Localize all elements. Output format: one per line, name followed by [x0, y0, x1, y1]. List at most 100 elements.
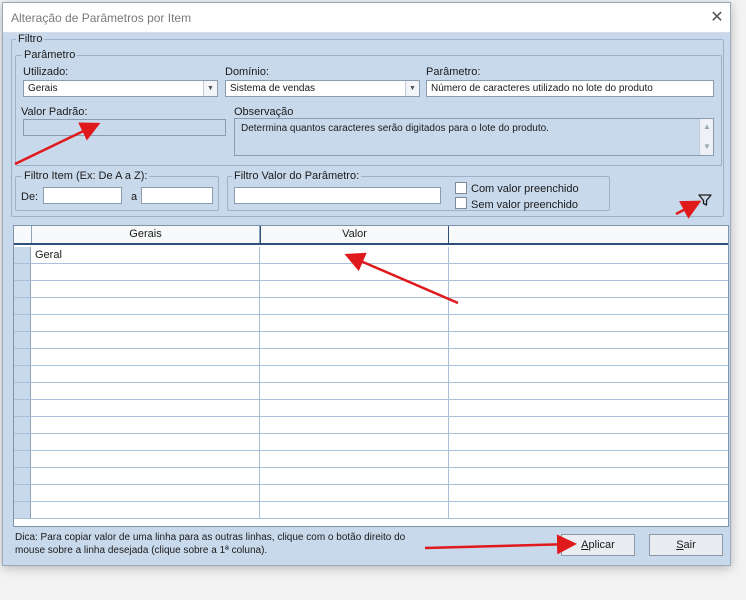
filtro-legend: Filtro	[16, 33, 45, 45]
parametro-field[interactable]: Número de caracteres utilizado no lote d…	[426, 80, 714, 97]
de-input[interactable]	[43, 187, 122, 204]
cell-valor[interactable]	[260, 502, 449, 518]
grid-header-gerais[interactable]: Gerais	[32, 226, 260, 243]
cell-gerais[interactable]	[32, 315, 260, 331]
cell-extra	[449, 264, 728, 280]
cell-extra	[449, 485, 728, 501]
cell-gerais[interactable]	[32, 417, 260, 433]
cell-gerais[interactable]	[32, 264, 260, 280]
aplicar-button[interactable]: Aplicar	[561, 534, 635, 556]
cell-valor[interactable]	[260, 332, 449, 348]
cell-extra	[449, 434, 728, 450]
cell-gerais[interactable]	[32, 451, 260, 467]
grid-header-empty	[449, 226, 728, 243]
cell-valor[interactable]	[260, 264, 449, 280]
table-row[interactable]	[14, 315, 728, 332]
cell-gerais[interactable]	[32, 434, 260, 450]
cell-gerais[interactable]: Geral	[32, 247, 260, 263]
cell-valor[interactable]	[260, 315, 449, 331]
cell-gerais[interactable]	[32, 400, 260, 416]
sem-valor-checkbox[interactable]	[455, 197, 467, 209]
row-indicator[interactable]	[14, 417, 31, 433]
cell-extra	[449, 502, 728, 518]
row-indicator[interactable]	[14, 451, 31, 467]
row-indicator[interactable]	[14, 332, 31, 348]
grid-header-valor[interactable]: Valor	[260, 226, 449, 243]
cell-valor[interactable]	[260, 366, 449, 382]
row-indicator[interactable]	[14, 349, 31, 365]
cell-gerais[interactable]	[32, 502, 260, 518]
row-indicator[interactable]	[14, 485, 31, 501]
table-row[interactable]	[14, 451, 728, 468]
table-row[interactable]	[14, 434, 728, 451]
cell-gerais[interactable]	[32, 349, 260, 365]
cell-gerais[interactable]	[32, 468, 260, 484]
scroll-up-icon[interactable]: ▲	[702, 122, 712, 132]
table-row[interactable]	[14, 502, 728, 519]
observacao-memo[interactable]: Determina quantos caracteres serão digit…	[234, 118, 714, 156]
row-indicator[interactable]	[14, 247, 31, 263]
row-indicator[interactable]	[14, 383, 31, 399]
com-valor-checkbox[interactable]	[455, 182, 467, 194]
dominio-value: Sistema de vendas	[230, 83, 316, 94]
cell-gerais[interactable]	[32, 366, 260, 382]
chevron-down-icon[interactable]: ▼	[405, 81, 419, 96]
close-icon[interactable]: ✕	[707, 8, 727, 28]
cell-gerais[interactable]	[32, 332, 260, 348]
table-row[interactable]	[14, 281, 728, 298]
cell-valor[interactable]	[260, 383, 449, 399]
table-row[interactable]	[14, 332, 728, 349]
table-row[interactable]	[14, 417, 728, 434]
a-input[interactable]	[141, 187, 213, 204]
cell-extra	[449, 247, 728, 263]
table-row[interactable]	[14, 349, 728, 366]
dominio-select[interactable]: Sistema de vendas ▼	[225, 80, 420, 97]
cell-valor[interactable]	[260, 298, 449, 314]
cell-extra	[449, 366, 728, 382]
cell-valor[interactable]	[260, 485, 449, 501]
cell-gerais[interactable]	[32, 485, 260, 501]
parametros-grid[interactable]: Gerais Valor Geral	[13, 225, 729, 527]
cell-gerais[interactable]	[32, 281, 260, 297]
cell-valor[interactable]	[260, 400, 449, 416]
sair-button[interactable]: Sair	[649, 534, 723, 556]
row-indicator[interactable]	[14, 315, 31, 331]
table-row[interactable]	[14, 383, 728, 400]
table-row[interactable]	[14, 485, 728, 502]
scroll-down-icon[interactable]: ▼	[702, 142, 712, 152]
cell-extra	[449, 468, 728, 484]
cell-valor[interactable]	[260, 247, 449, 263]
cell-valor[interactable]	[260, 468, 449, 484]
row-indicator[interactable]	[14, 366, 31, 382]
row-indicator[interactable]	[14, 434, 31, 450]
cell-valor[interactable]	[260, 434, 449, 450]
row-indicator[interactable]	[14, 400, 31, 416]
row-indicator[interactable]	[14, 502, 31, 518]
filtro-valor-input[interactable]	[234, 187, 441, 204]
row-indicator[interactable]	[14, 264, 31, 280]
filtro-item-legend: Filtro Item (Ex: De A a Z):	[22, 170, 150, 182]
filter-icon[interactable]	[697, 192, 713, 208]
table-row[interactable]	[14, 298, 728, 315]
cell-valor[interactable]	[260, 451, 449, 467]
row-indicator[interactable]	[14, 281, 31, 297]
observacao-scrollbar[interactable]: ▲ ▼	[699, 119, 713, 155]
table-row[interactable]	[14, 400, 728, 417]
chevron-down-icon[interactable]: ▼	[203, 81, 217, 96]
table-row[interactable]	[14, 366, 728, 383]
cell-gerais[interactable]	[32, 298, 260, 314]
cell-valor[interactable]	[260, 349, 449, 365]
table-row[interactable]: Geral	[14, 247, 728, 264]
parametro-label: Parâmetro:	[426, 66, 481, 78]
cell-gerais[interactable]	[32, 383, 260, 399]
cell-valor[interactable]	[260, 417, 449, 433]
cell-valor[interactable]	[260, 281, 449, 297]
row-indicator[interactable]	[14, 298, 31, 314]
row-indicator[interactable]	[14, 468, 31, 484]
table-row[interactable]	[14, 264, 728, 281]
table-row[interactable]	[14, 468, 728, 485]
dialog-window: Alteração de Parâmetros por Item ✕ Filtr…	[2, 2, 731, 566]
utilizado-select[interactable]: Gerais ▼	[23, 80, 218, 97]
utilizado-label: Utilizado:	[23, 66, 69, 78]
sem-valor-label: Sem valor preenchido	[471, 199, 579, 211]
